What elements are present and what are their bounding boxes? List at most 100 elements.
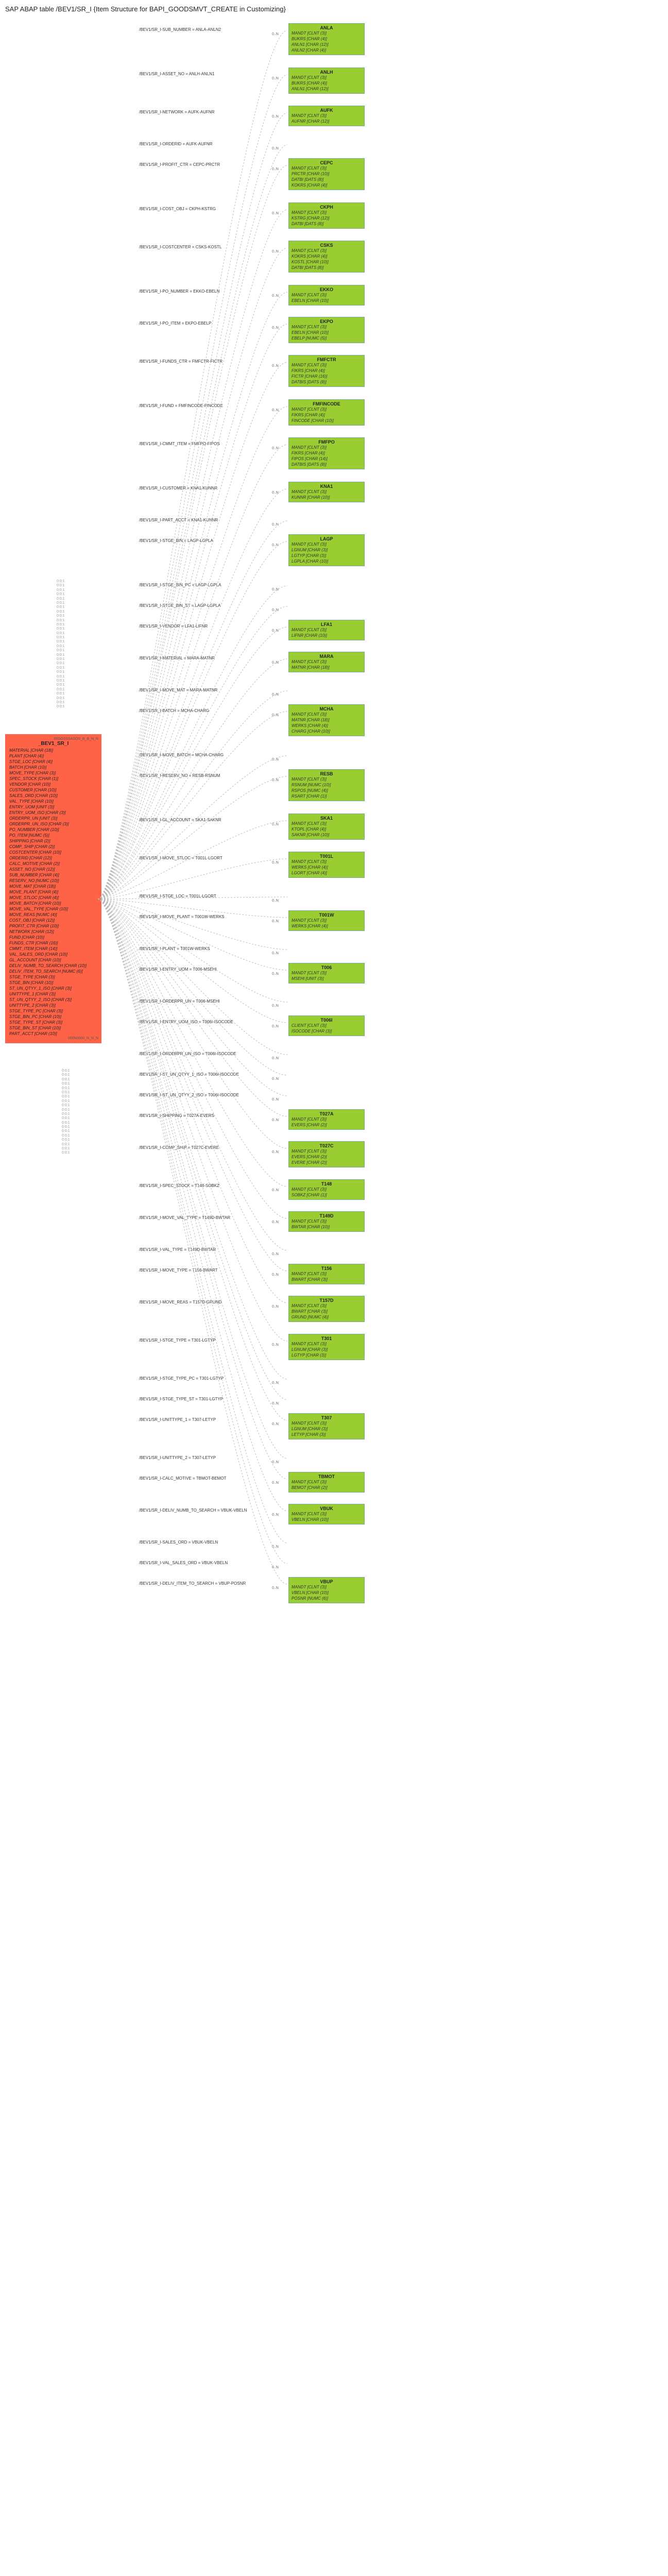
root-field: MATERIAL [CHAR (18)] — [8, 748, 98, 753]
mid-marker: 0..N — [272, 32, 279, 36]
mid-marker: 0..N — [272, 823, 279, 826]
target-table-box: FMFCTRMANDT [CLNT (3)]FIKRS [CHAR (4)]FI… — [288, 355, 365, 387]
diagram-container: 00SOSSSASOS_B_B_N_N _BEV1_SR_I MATERIAL … — [5, 23, 663, 1656]
target-table-name: KNA1 — [290, 484, 363, 489]
target-table-box: T006ICLIENT [CLNT (3)]ISOCODE [CHAR (3)] — [288, 1015, 365, 1036]
target-field: MATNR [CHAR (18)] — [290, 665, 363, 670]
target-field: MANDT [CLNT (3)] — [290, 324, 363, 330]
root-field: DELIV_ITEM_TO_SEARCH [NUMC (6)] — [8, 969, 98, 974]
connection-label: /BEV1/SR_I-CALC_MOTIVE = TBMOT-BEMOT — [139, 1476, 226, 1481]
target-table-box: KNA1MANDT [CLNT (3)]KUNNR [CHAR (10)] — [288, 482, 365, 502]
target-table-name: LFA1 — [290, 622, 363, 627]
mid-marker: 0..N — [272, 1305, 279, 1309]
connection-label: /BEV1/SR_I-ST_UN_QTYY_1_ISO = T006I-ISOC… — [139, 1072, 239, 1077]
mid-marker: 0..N — [272, 115, 279, 118]
mid-marker: 0..N — [272, 952, 279, 955]
mid-marker: 0..N — [272, 972, 279, 976]
mid-marker: 0..N — [272, 661, 279, 665]
root-field: MOVE_VAL_TYPE [CHAR (10)] — [8, 906, 98, 912]
mid-marker: 0..N — [272, 250, 279, 253]
target-table-name: EKKO — [290, 287, 363, 292]
target-table-name: T301 — [290, 1336, 363, 1341]
target-field: RSNUM [NUMC (10)] — [290, 782, 363, 788]
connection-label: /BEV1/SR_I-MOVE_MAT = MARA-MATNR — [139, 688, 217, 692]
connection-label: /BEV1/SR_I-STGE_TYPE_ST = T301-LGTYP — [139, 1397, 223, 1401]
target-table-box: MARAMANDT [CLNT (3)]MATNR [CHAR (18)] — [288, 652, 365, 672]
target-table-name: T006I — [290, 1018, 363, 1023]
target-field: KUNNR [CHAR (10)] — [290, 495, 363, 500]
root-field: ST_UN_QTYY_2_ISO [CHAR (3)] — [8, 997, 98, 1003]
target-field: KOKRS [CHAR (4)] — [290, 182, 363, 188]
target-field: RSART [CHAR (1)] — [290, 793, 363, 799]
root-small-text-2: 000N0000_N_N_N — [8, 1037, 98, 1040]
target-field: MANDT [CLNT (3)] — [290, 541, 363, 547]
connection-label: /BEV1/SR_I-FUNDS_CTR = FMFCTR-FICTR — [139, 359, 222, 364]
root-field: CMMT_ITEM [CHAR (14)] — [8, 946, 98, 952]
target-field: MANDT [CLNT (3)] — [290, 30, 363, 36]
connection-label: /BEV1/SR_I-ORDERPR_UN_ISO = T006I-ISOCOD… — [139, 1052, 236, 1056]
target-table-box: ANLAMANDT [CLNT (3)]BUKRS [CHAR (4)]ANLN… — [288, 23, 365, 55]
connection-label: /BEV1/SR_I-PO_NUMBER = EKKO-EBELN — [139, 289, 219, 294]
mid-marker: 0..N — [272, 491, 279, 495]
root-field: FUND [CHAR (10)] — [8, 935, 98, 940]
mid-marker: 0..N — [272, 758, 279, 761]
target-field: VBELN [CHAR (10)] — [290, 1590, 363, 1596]
mid-marker: 0..N — [272, 588, 279, 591]
mid-marker: 0..N — [272, 1150, 279, 1154]
root-field: PO_NUMBER [CHAR (10)] — [8, 827, 98, 833]
root-field: SPEC_STOCK [CHAR (1)] — [8, 776, 98, 782]
root-field: PART_ACCT [CHAR (10)] — [8, 1031, 98, 1037]
root-field: NETWORK [CHAR (12)] — [8, 929, 98, 935]
connection-label: /BEV1/SR_I-ST_UN_QTYY_2_ISO = T006I-ISOC… — [139, 1093, 239, 1097]
target-table-box: CEPCMANDT [CLNT (3)]PRCTR [CHAR (10)]DAT… — [288, 158, 365, 190]
target-table-name: T027A — [290, 1111, 363, 1116]
target-field: RSPOS [NUMC (4)] — [290, 788, 363, 793]
target-field: FINCODE [CHAR (10)] — [290, 418, 363, 423]
target-field: LGNUM [CHAR (3)] — [290, 1426, 363, 1432]
root-field: FUNDS_CTR [CHAR (16)] — [8, 940, 98, 946]
connection-label: /BEV1/SR_I-SALES_ORD = VBUK-VBELN — [139, 1540, 218, 1545]
connection-label: /BEV1/SR_I-PO_ITEM = EKPO-EBELP — [139, 321, 211, 326]
target-field: FIKRS [CHAR (4)] — [290, 412, 363, 418]
target-table-name: T001L — [290, 854, 363, 859]
target-table-box: LFA1MANDT [CLNT (3)]LIFNR [CHAR (10)] — [288, 620, 365, 640]
connection-label: /BEV1/SR_I-DELIV_ITEM_TO_SEARCH = VBUP-P… — [139, 1581, 246, 1586]
target-table-box: T307MANDT [CLNT (3)]LGNUM [CHAR (3)]LETY… — [288, 1413, 365, 1439]
target-table-box: RESBMANDT [CLNT (3)]RSNUM [NUMC (10)]RSP… — [288, 769, 365, 801]
connection-label: /BEV1/SR_I-GL_ACCOUNT = SKA1-SAKNR — [139, 818, 221, 822]
target-table-name: FMFINCODE — [290, 401, 363, 406]
mid-marker: 0..N — [272, 409, 279, 412]
target-field: LGTYP [CHAR (3)] — [290, 1352, 363, 1358]
target-field: POSNR [NUMC (6)] — [290, 1596, 363, 1601]
mid-marker: 0..N — [272, 447, 279, 450]
target-table-name: SKA1 — [290, 816, 363, 821]
target-field: MANDT [CLNT (3)] — [290, 292, 363, 298]
connection-label: /BEV1/SR_I-STGE_BIN_ST = LAGP-LGPLA — [139, 603, 220, 608]
connection-label: /BEV1/SR_I-STGE_LOC = T001L-LGORT — [139, 894, 216, 899]
mid-marker: 0..N — [272, 861, 279, 865]
connection-label: /BEV1/SR_I-MOVE_VAL_TYPE = T149D-BWTAR — [139, 1215, 230, 1220]
mid-marker: 0..N — [272, 77, 279, 80]
root-field: MOVE_MAT [CHAR (18)] — [8, 884, 98, 889]
target-field: BWART [CHAR (3)] — [290, 1277, 363, 1282]
target-field: EVERS [CHAR (2)] — [290, 1122, 363, 1128]
mid-marker: 0..N — [272, 1057, 279, 1060]
target-field: ISOCODE [CHAR (3)] — [290, 1028, 363, 1034]
mid-marker: 0..N — [272, 608, 279, 612]
root-field: PROFIT_CTR [CHAR (10)] — [8, 923, 98, 929]
target-field: MATNR [CHAR (18)] — [290, 717, 363, 723]
target-field: MANDT [CLNT (3)] — [290, 362, 363, 368]
mid-marker: 0..N — [272, 778, 279, 782]
target-field: MANDT [CLNT (3)] — [290, 1341, 363, 1347]
root-field: COSTCENTER [CHAR (10)] — [8, 850, 98, 855]
target-table-name: MARA — [290, 654, 363, 659]
root-field: VAL_TYPE [CHAR (10)] — [8, 799, 98, 804]
root-field: ASSET_NO [CHAR (12)] — [8, 867, 98, 872]
target-field: DATBIS [DATS (8)] — [290, 379, 363, 385]
target-field: MANDT [CLNT (3)] — [290, 1218, 363, 1224]
target-field: LIFNR [CHAR (10)] — [290, 633, 363, 638]
target-field: KOKRS [CHAR (4)] — [290, 253, 363, 259]
target-table-name: RESB — [290, 771, 363, 776]
mid-marker: 0..N — [272, 1252, 279, 1256]
target-table-box: TBMOTMANDT [CLNT (3)]BEMOT [CHAR (2)] — [288, 1472, 365, 1493]
